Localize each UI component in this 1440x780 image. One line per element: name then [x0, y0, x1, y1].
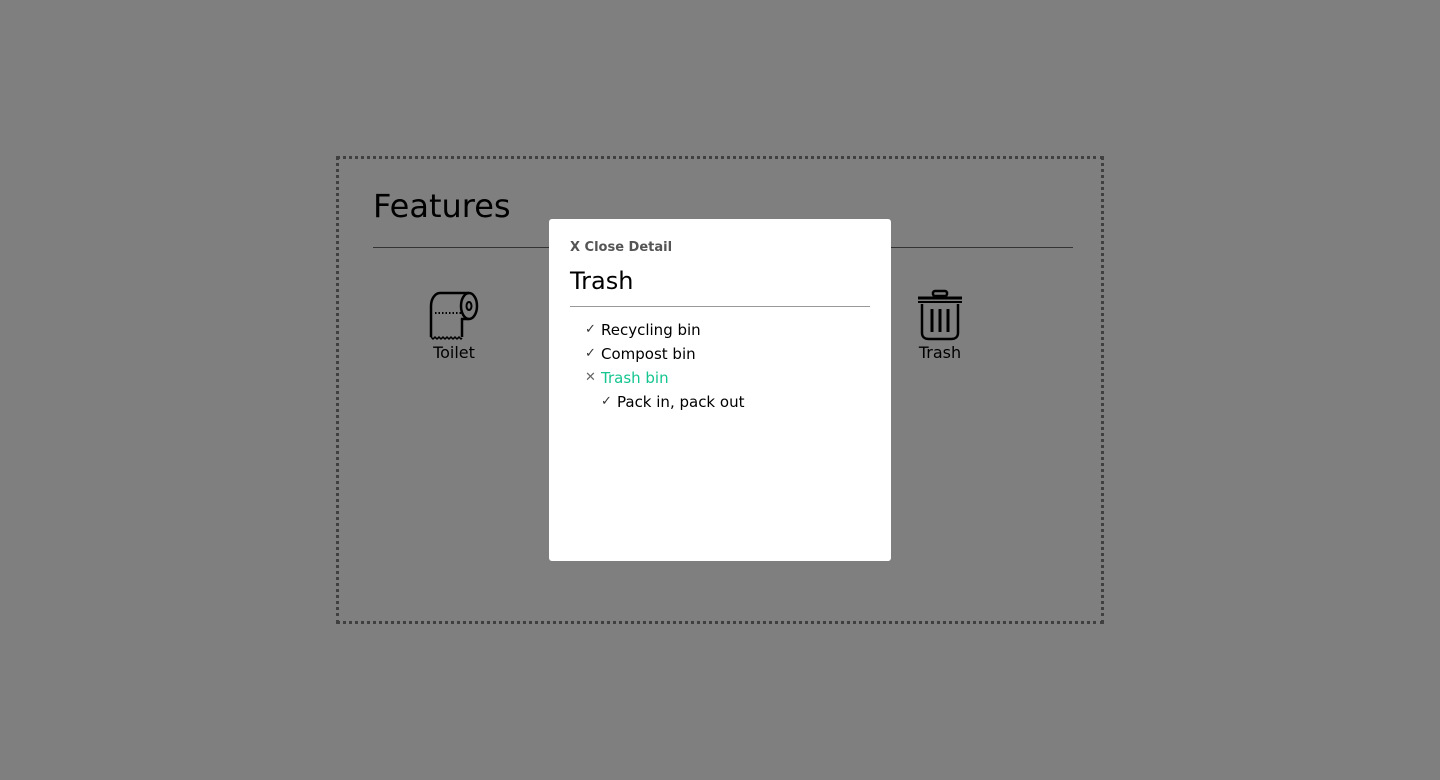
modal-title: Trash — [570, 267, 634, 295]
modal-divider — [570, 306, 870, 307]
trash-detail-modal: X Close Detail Trash ✓ Recycling bin ✓ C… — [549, 219, 891, 561]
check-icon: ✓ — [585, 346, 596, 361]
option-label: Recycling bin — [601, 321, 701, 339]
option-recycling-bin: ✓ Recycling bin — [585, 318, 744, 342]
check-icon: ✓ — [585, 322, 596, 337]
check-icon: ✓ — [601, 394, 612, 409]
option-pack-in-pack-out: ✓ Pack in, pack out — [585, 390, 744, 414]
option-trash-bin: ✕ Trash bin — [585, 366, 744, 390]
close-detail-button[interactable]: X Close Detail — [570, 240, 672, 255]
option-label: Pack in, pack out — [617, 393, 745, 411]
option-label: Trash bin — [601, 369, 669, 387]
option-label: Compost bin — [601, 345, 696, 363]
trash-options-list: ✓ Recycling bin ✓ Compost bin ✕ Trash bi… — [585, 318, 744, 414]
option-compost-bin: ✓ Compost bin — [585, 342, 744, 366]
x-icon: ✕ — [585, 370, 596, 385]
